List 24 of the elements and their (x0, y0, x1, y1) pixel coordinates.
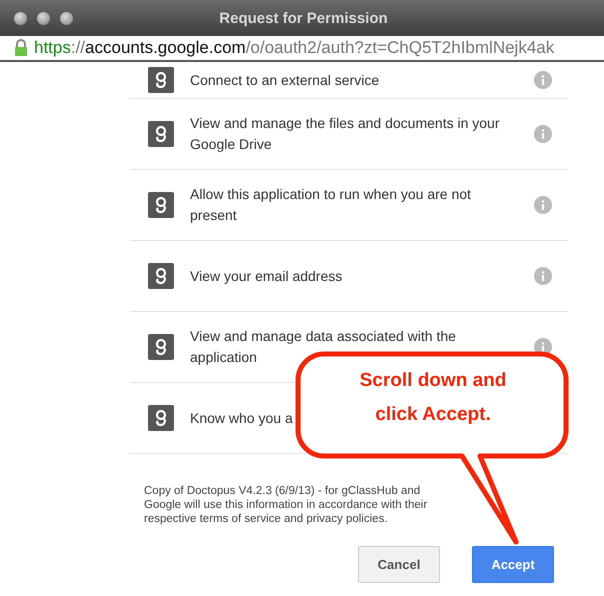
window-control[interactable] (14, 12, 27, 24)
address-bar[interactable]: https://accounts.google.com/o/oauth2/auth?zt=ChQ5T2hIbmlNejk4ak (0, 36, 604, 62)
google-icon (148, 263, 174, 289)
google-icon (148, 67, 174, 93)
google-icon (148, 121, 174, 147)
permission-text: Connect to an external service (190, 70, 380, 90)
callout-text: Scroll down and (360, 370, 506, 392)
permission-text: View your email address (190, 266, 342, 286)
google-icon (148, 192, 174, 218)
callout-text: click Accept. (375, 404, 491, 426)
url-text: https://accounts.google.com/o/oauth2/auth?zt=ChQ5T2hIbmlNejk4ak (34, 38, 554, 58)
permission-text: View and manage the files and documents in your Google Drive (190, 114, 500, 154)
cancel-button[interactable]: Cancel (358, 546, 440, 583)
permission-text: Know who you a (190, 408, 293, 428)
google-icon (148, 334, 174, 360)
google-icon (148, 405, 174, 431)
permission-text: Allow this application to run when you are not present (190, 185, 472, 225)
window-control[interactable] (60, 12, 73, 24)
disclaimer-text: Copy of Doctopus V4.2.3 (6/9/13) - for gClassHub and Google will use this information in accordance with their respective terms of service and privacy policies. (144, 484, 428, 526)
window-control[interactable] (37, 12, 50, 24)
lock-icon (14, 39, 28, 57)
accept-button[interactable]: Accept (472, 546, 554, 583)
window-title: Request for Permission (218, 10, 389, 26)
permission-text: View and manage data associated with the application (190, 327, 457, 367)
